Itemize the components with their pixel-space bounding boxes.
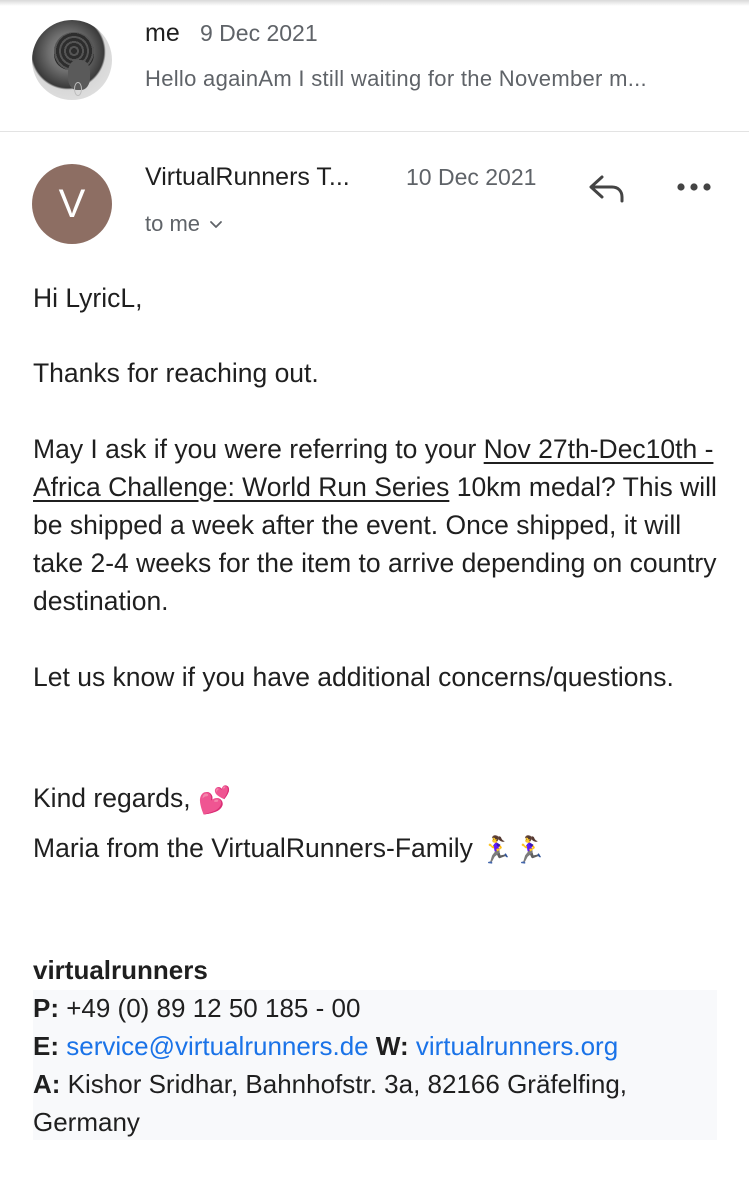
sign-off-line: Maria from the VirtualRunners-Family 🏃‍♀… (33, 829, 723, 869)
address-label: A: (33, 1069, 61, 1099)
avatar[interactable]: V (32, 164, 112, 244)
greeting: Hi LyricL, (33, 283, 143, 313)
contact-line: E: service@virtualrunners.de W: virtualr… (33, 1027, 717, 1065)
body-paragraph: May I ask if you were referring to your … (33, 430, 723, 620)
reply-icon (589, 175, 624, 203)
signature-block: virtualrunners P: +49 (0) 89 12 50 185 -… (33, 951, 717, 1141)
recipient-label: to me (145, 211, 201, 236)
two-hearts-emoji: 💕 (198, 785, 231, 815)
sender-name: me (145, 19, 180, 47)
address-text: Kishor Sridhar, Bahnhofstr. 3a, 82166 Gr… (33, 1069, 628, 1137)
email-link[interactable]: service@virtualrunners.de (66, 1031, 368, 1061)
body-paragraph: Thanks for reaching out. (33, 358, 319, 388)
sign-off-name: Maria from the VirtualRunners-Family (33, 833, 473, 863)
reply-button[interactable] (586, 168, 626, 208)
address-line: A: Kishor Sridhar, Bahnhofstr. 3a, 82166… (33, 1065, 717, 1141)
web-label: W: (375, 1031, 409, 1061)
body-text: May I ask if you were referring to your (33, 434, 484, 464)
sender-name[interactable]: VirtualRunners T... (145, 163, 385, 192)
phone-label: P: (33, 993, 59, 1023)
message-date: 10 Dec 2021 (406, 164, 537, 190)
phone-line: P: +49 (0) 89 12 50 185 - 00 (33, 989, 717, 1027)
closing-text: Kind regards, (33, 783, 191, 813)
email-label: E: (33, 1031, 59, 1061)
avatar-earring (74, 82, 82, 96)
recipient-toggle[interactable]: to me (145, 211, 224, 237)
collapsed-message[interactable]: me 9 Dec 2021 Hello againAm I still wait… (0, 0, 749, 132)
runner-emoji: 🏃‍♀️🏃‍♀️ (480, 835, 547, 865)
more-options-icon (677, 183, 711, 191)
chevron-down-icon (210, 221, 222, 228)
company-name: virtualrunners (33, 955, 208, 985)
more-options-button[interactable] (674, 172, 714, 202)
closing-line: Kind regards, 💕 (33, 779, 723, 819)
message-date: 9 Dec 2021 (200, 20, 318, 46)
avatar[interactable] (32, 20, 112, 100)
message-snippet: Hello againAm I still waiting for the No… (145, 66, 647, 91)
phone-number[interactable]: +49 (0) 89 12 50 185 - 00 (66, 993, 360, 1023)
web-link[interactable]: virtualrunners.org (416, 1031, 618, 1061)
body-paragraph: Let us know if you have additional conce… (33, 662, 674, 692)
